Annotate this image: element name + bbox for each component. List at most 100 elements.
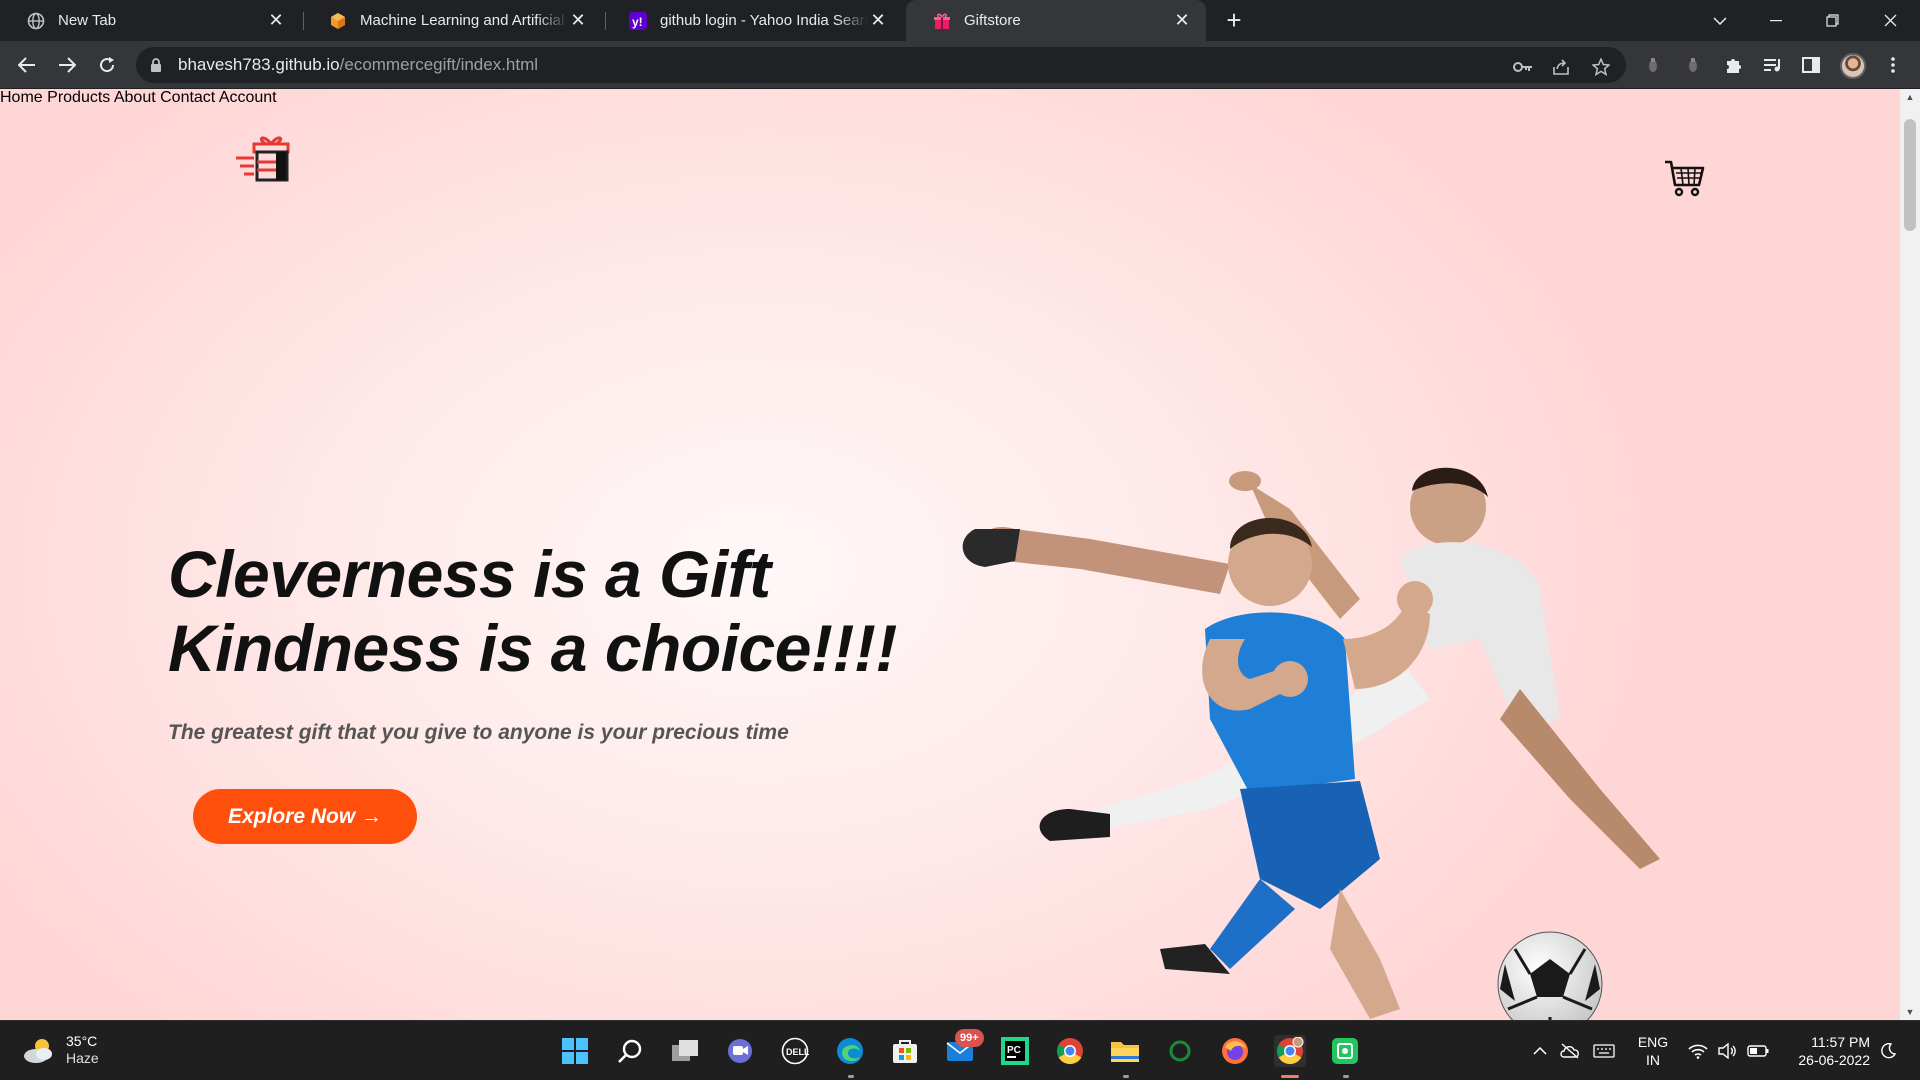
extensions-puzzle-icon[interactable] [1722, 54, 1744, 76]
globe-icon [26, 11, 46, 31]
profile-avatar[interactable] [1840, 53, 1866, 79]
url-text: bhavesh783.github.io/ecommercegift/index… [178, 55, 538, 75]
minimize-button[interactable] [1748, 0, 1804, 41]
firefox-icon[interactable] [1219, 1035, 1251, 1067]
language-region: IN [1646, 1052, 1660, 1068]
scroll-up-arrow-icon[interactable]: ▲ [1904, 91, 1916, 103]
scrollbar-thumb[interactable] [1904, 119, 1916, 231]
restore-button[interactable] [1804, 0, 1860, 41]
hero-subtitle: The greatest gift that you give to anyon… [168, 721, 789, 744]
giftstore-logo[interactable] [236, 134, 306, 186]
running-indicator [848, 1075, 854, 1078]
system-clock[interactable]: 11:57 PM 26-06-2022 [1780, 1033, 1870, 1069]
svg-text:PC: PC [1007, 1045, 1021, 1056]
gift-icon [932, 11, 952, 31]
main-nav: Home Products About Contact Account [0, 89, 1900, 107]
pycharm-icon[interactable]: PC [999, 1035, 1031, 1067]
hero-headline: Cleverness is a Gift Kindness is a choic… [168, 537, 897, 685]
active-app-indicator [1281, 1075, 1299, 1078]
new-tab-button[interactable]: + [1220, 5, 1248, 35]
orange-cube-icon [328, 11, 348, 31]
microsoft-store-icon[interactable] [889, 1035, 921, 1067]
explore-now-button[interactable]: Explore Now → [193, 789, 417, 844]
close-tab-icon[interactable]: ✕ [568, 10, 588, 31]
file-explorer-icon[interactable] [1109, 1035, 1141, 1067]
tab-new-tab[interactable]: New Tab ✕ [0, 0, 300, 41]
address-bar[interactable]: bhavesh783.github.io/ecommercegift/index… [136, 47, 1626, 83]
teams-chat-icon[interactable] [724, 1035, 756, 1067]
nav-contact[interactable]: Contact [160, 89, 215, 106]
clock-time: 11:57 PM [1811, 1034, 1870, 1050]
reload-icon[interactable] [91, 49, 123, 81]
close-tab-icon[interactable]: ✕ [266, 10, 286, 31]
hero-headline-line2: Kindness is a choice!!!! [168, 611, 897, 685]
dell-icon[interactable]: DELL [779, 1035, 811, 1067]
circle-app-icon[interactable] [1164, 1035, 1196, 1067]
reading-list-icon[interactable] [1762, 54, 1784, 76]
tab-title: New Tab [58, 12, 117, 29]
browser-toolbar: bhavesh783.github.io/ecommercegift/index… [0, 41, 1920, 89]
url-host: bhavesh783.github.io [178, 55, 340, 74]
running-indicator [1123, 1075, 1129, 1078]
windows-start-icon[interactable] [559, 1035, 591, 1067]
show-hidden-icons-chevron-icon[interactable] [1528, 1039, 1552, 1063]
weather-widget[interactable]: 35°C Haze [22, 1033, 99, 1067]
keyboard-icon[interactable] [1592, 1039, 1616, 1063]
edge-browser-icon[interactable] [834, 1035, 866, 1067]
bookmark-star-icon[interactable] [1590, 56, 1612, 78]
chrome-icon[interactable] [1054, 1035, 1086, 1067]
windows-taskbar: 35°C Haze DELL 99+ PC ENG IN 11:57 PM 26… [0, 1020, 1920, 1080]
language-code: ENG [1637, 1034, 1669, 1050]
close-tab-icon[interactable]: ✕ [1172, 10, 1192, 31]
lock-icon[interactable] [150, 57, 164, 73]
hero-football-players-image [962, 467, 1660, 1020]
task-view-icon[interactable] [669, 1035, 701, 1067]
volume-icon[interactable] [1716, 1039, 1740, 1063]
close-tab-icon[interactable]: ✕ [868, 10, 888, 31]
more-menu-icon[interactable] [1882, 54, 1904, 76]
tab-title: github login - Yahoo India Search Result… [660, 12, 868, 29]
svg-text:DELL: DELL [786, 1047, 809, 1057]
clock-date: 26-06-2022 [1798, 1052, 1870, 1068]
tab-search-chevron-icon[interactable] [1692, 0, 1748, 41]
tab-title: Giftstore [964, 12, 1021, 29]
extension-grey-icon[interactable] [1682, 54, 1704, 76]
weather-temperature: 35°C [66, 1033, 98, 1049]
forward-arrow-icon[interactable] [51, 49, 83, 81]
running-indicator [1343, 1075, 1349, 1078]
giftstore-page: Home Products About Contact Account Clev… [0, 89, 1900, 1020]
yahoo-icon: y! [628, 11, 648, 31]
tab-title: Machine Learning and Artificial Intellig… [360, 12, 568, 29]
svg-text:y!: y! [632, 15, 643, 29]
extension-grey-icon[interactable] [1642, 54, 1664, 76]
side-panel-icon[interactable] [1800, 54, 1822, 76]
battery-icon[interactable] [1746, 1039, 1770, 1063]
nav-products[interactable]: Products [47, 89, 110, 106]
green-screen-app-icon[interactable] [1329, 1035, 1361, 1067]
page-scrollbar[interactable]: ▲ ▼ [1900, 89, 1920, 1020]
tab-machine-learning[interactable]: Machine Learning and Artificial Intellig… [302, 0, 602, 41]
wifi-icon[interactable] [1686, 1039, 1710, 1063]
notification-moon-icon[interactable] [1876, 1039, 1900, 1063]
weather-description: Haze [66, 1050, 99, 1066]
nav-account[interactable]: Account [219, 89, 277, 106]
chrome-active-icon[interactable] [1274, 1035, 1306, 1067]
nav-about[interactable]: About [114, 89, 156, 106]
back-arrow-icon[interactable] [11, 49, 43, 81]
nav-home[interactable]: Home [0, 89, 43, 106]
mail-unread-badge: 99+ [955, 1029, 984, 1047]
hero-headline-line1: Cleverness is a Gift [168, 537, 771, 611]
shopping-cart-icon[interactable] [1664, 159, 1706, 197]
tab-giftstore[interactable]: Giftstore ✕ [906, 0, 1206, 41]
close-window-button[interactable] [1862, 0, 1918, 41]
share-icon[interactable] [1550, 56, 1572, 78]
scroll-down-arrow-icon[interactable]: ▼ [1904, 1006, 1916, 1018]
url-path: /ecommercegift/index.html [339, 55, 539, 74]
onedrive-offline-icon[interactable] [1558, 1039, 1582, 1063]
input-language-indicator[interactable]: ENG IN [1636, 1033, 1670, 1069]
tab-yahoo-search[interactable]: y! github login - Yahoo India Search Res… [602, 0, 902, 41]
search-icon[interactable] [614, 1035, 646, 1067]
browser-tab-strip: New Tab ✕ Machine Learning and Artificia… [0, 0, 1920, 41]
key-icon[interactable] [1512, 56, 1534, 78]
weather-haze-icon [24, 1039, 52, 1063]
